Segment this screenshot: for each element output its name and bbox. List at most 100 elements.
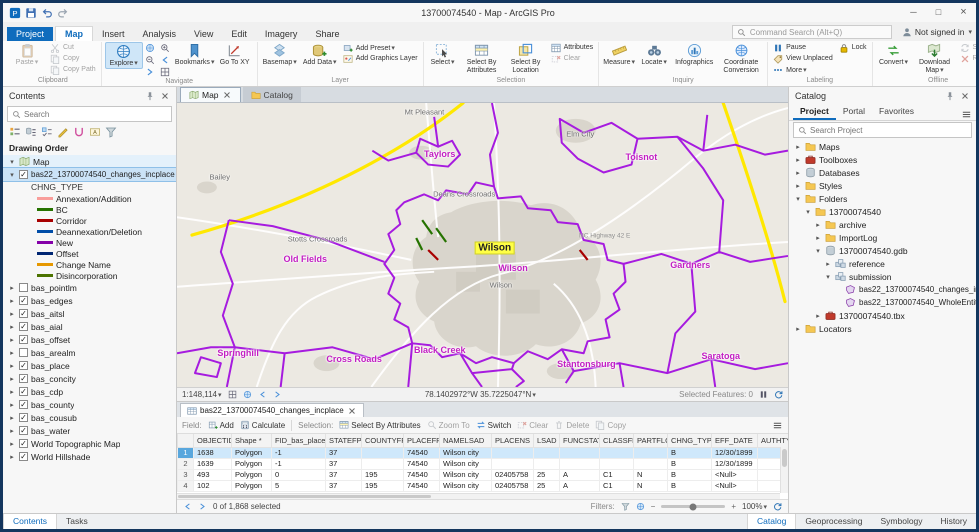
column-header-fid-bas-place[interactable]: FID_bas_place: [272, 434, 326, 447]
contents-layer-world-hillshade[interactable]: World Hillshade: [3, 450, 176, 463]
table-cell[interactable]: [634, 458, 668, 469]
catalog-item-locators[interactable]: Locators: [789, 322, 976, 335]
layer-checkbox[interactable]: [19, 322, 28, 331]
add-graphics-layer-button[interactable]: Add Graphics Layer: [341, 53, 420, 64]
zoom-slider-knob[interactable]: [690, 503, 697, 510]
layer-checkbox[interactable]: [19, 439, 28, 448]
catalog-item-maps[interactable]: Maps: [789, 140, 976, 153]
list-by-data-source-icon[interactable]: [25, 126, 37, 138]
expand-icon[interactable]: [814, 234, 822, 242]
column-header-countyfp[interactable]: COUNTYFP: [362, 434, 404, 447]
lock-labels-button[interactable]: Lock: [837, 42, 869, 53]
list-by-selection-icon[interactable]: [41, 126, 53, 138]
contents-layer-bas-cdp[interactable]: bas_cdp: [3, 385, 176, 398]
dock-tab-geoprocessing[interactable]: Geoprocessing: [796, 514, 871, 529]
catalog-item-reference[interactable]: reference: [789, 257, 976, 270]
ribbon-tab-analysis[interactable]: Analysis: [134, 27, 186, 41]
contents-layer-bas-offset[interactable]: bas_offset: [3, 333, 176, 346]
expand-icon[interactable]: [814, 312, 822, 320]
basemap-button[interactable]: Basemap: [261, 42, 299, 67]
column-header-lsad[interactable]: LSAD: [534, 434, 560, 447]
catalog-item-bas22-13700074540-wholeentity-incplace[interactable]: bas22_13700074540_WholeEntity_incplace: [789, 296, 976, 309]
contents-search-input[interactable]: [24, 110, 167, 119]
undo-icon[interactable]: [41, 7, 53, 19]
table-cell[interactable]: N: [634, 480, 668, 491]
zoom-slider[interactable]: [661, 505, 725, 508]
table-cell[interactable]: 25: [534, 469, 560, 480]
table-cell[interactable]: 37: [326, 447, 362, 458]
catalog-item-13700074540[interactable]: 13700074540: [789, 205, 976, 218]
layer-checkbox[interactable]: [19, 426, 28, 435]
ribbon-tab-edit[interactable]: Edit: [222, 27, 256, 41]
table-refresh-icon[interactable]: [773, 502, 782, 511]
contents-layer-bas-place[interactable]: bas_place: [3, 359, 176, 372]
ribbon-tab-view[interactable]: View: [185, 27, 222, 41]
contents-item-bas22-13700074540-changes-incplace[interactable]: bas22_13700074540_changes_incplace: [3, 168, 176, 181]
expand-icon[interactable]: [824, 260, 832, 268]
ribbon-tab-imagery[interactable]: Imagery: [256, 27, 307, 41]
row-selector-header[interactable]: [178, 434, 194, 447]
layer-checkbox[interactable]: [19, 283, 28, 292]
table-cell[interactable]: C1: [600, 480, 634, 491]
ribbon-tab-share[interactable]: Share: [306, 27, 348, 41]
table-vertical-scrollbar[interactable]: [780, 447, 788, 493]
minimize-button[interactable]: [901, 3, 926, 22]
catalog-tab-project[interactable]: Project: [793, 106, 836, 120]
table-menu-icon[interactable]: [772, 420, 783, 431]
column-header-funcstat[interactable]: FUNCSTAT: [560, 434, 600, 447]
table-cell[interactable]: <Null>: [712, 480, 758, 491]
contents-layer-bas-aitsl[interactable]: bas_aitsl: [3, 307, 176, 320]
catalog-item-toolboxes[interactable]: Toolboxes: [789, 153, 976, 166]
contents-item-map[interactable]: Map: [3, 155, 176, 168]
table-row[interactable]: 11638Polygon-13774540Wilson cityB12/30/1…: [178, 447, 789, 458]
contents-layer-bas-concity[interactable]: bas_concity: [3, 372, 176, 385]
view-tab-catalog[interactable]: Catalog: [243, 87, 301, 102]
catalog-item-archive[interactable]: archive: [789, 218, 976, 231]
table-cell[interactable]: [634, 447, 668, 458]
catalog-tab-portal[interactable]: Portal: [836, 106, 872, 120]
pause-labeling-button[interactable]: Pause: [771, 42, 835, 53]
layer-checkbox[interactable]: [19, 452, 28, 461]
dock-tab-contents[interactable]: Contents: [3, 514, 57, 529]
collapse-icon[interactable]: [794, 195, 802, 203]
table-row[interactable]: 3493Polygon03719574540Wilson city0240575…: [178, 469, 789, 480]
layout-grid-icon[interactable]: [228, 390, 237, 399]
column-header-eff-date[interactable]: EFF_DATE: [712, 434, 758, 447]
table-cell[interactable]: A: [560, 480, 600, 491]
previous-record-icon[interactable]: [183, 502, 192, 511]
table-cell[interactable]: 74540: [404, 469, 440, 480]
expand-icon[interactable]: [8, 388, 16, 396]
column-header-statefp[interactable]: STATEFP: [326, 434, 362, 447]
view-unplaced-button[interactable]: View Unplaced: [771, 53, 835, 64]
add-field-button[interactable]: Add: [208, 420, 234, 430]
table-cell[interactable]: 1638: [194, 447, 232, 458]
download-map-button[interactable]: Download Map: [914, 42, 956, 74]
next-record-icon[interactable]: [198, 502, 207, 511]
auto-hide-icon[interactable]: [145, 91, 155, 101]
dock-tab-tasks[interactable]: Tasks: [57, 514, 97, 529]
layer-checkbox[interactable]: [19, 361, 28, 370]
table-select-by-attributes-button[interactable]: Select By Attributes: [339, 420, 420, 430]
dock-tab-history[interactable]: History: [932, 514, 976, 529]
table-tab[interactable]: bas22_13700074540_changes_incplace: [180, 403, 364, 417]
contents-layer-bas-county[interactable]: bas_county: [3, 398, 176, 411]
table-cell[interactable]: [492, 458, 534, 469]
table-cell[interactable]: 0: [272, 469, 326, 480]
calculate-field-button[interactable]: Calculate: [240, 420, 285, 430]
contents-layer-world-topographic-map[interactable]: World Topographic Map: [3, 437, 176, 450]
layer-checkbox[interactable]: [19, 335, 28, 344]
table-cell[interactable]: <Null>: [712, 469, 758, 480]
table-cell[interactable]: [560, 458, 600, 469]
catalog-item-folders[interactable]: Folders: [789, 192, 976, 205]
contents-close-icon[interactable]: [160, 91, 170, 101]
copy-path-button[interactable]: Copy Path: [48, 64, 98, 75]
column-header-authtype[interactable]: AUTHTYPE: [758, 434, 789, 447]
catalog-item-13700074540-gdb[interactable]: 13700074540.gdb: [789, 244, 976, 257]
list-by-snapping-icon[interactable]: [73, 126, 85, 138]
zoom-in-icon[interactable]: [731, 502, 736, 511]
row-number[interactable]: 1: [178, 447, 194, 458]
catalog-item-bas22-13700074540-changes-incplace[interactable]: bas22_13700074540_changes_incplace: [789, 283, 976, 296]
layer-checkbox[interactable]: [19, 170, 28, 179]
more-labeling-button[interactable]: More: [771, 64, 835, 75]
expand-icon[interactable]: [8, 375, 16, 383]
